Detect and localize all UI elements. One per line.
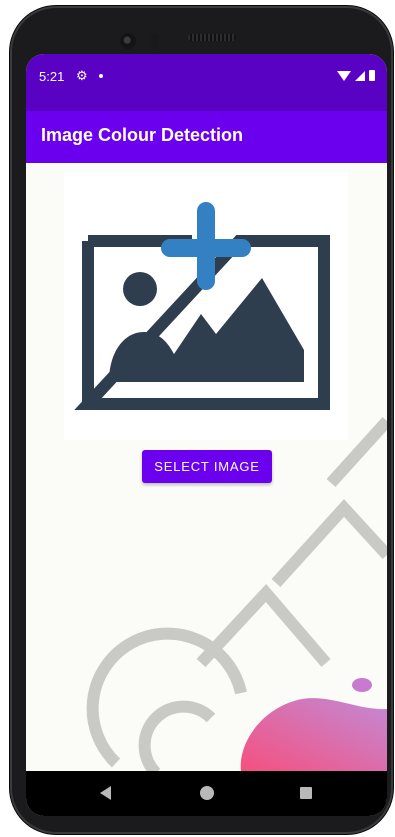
- decorative-blob: [240, 678, 387, 771]
- back-icon[interactable]: [100, 786, 111, 800]
- recents-icon[interactable]: [300, 787, 312, 799]
- gear-icon: ⚙: [76, 68, 88, 83]
- app-bar: Image Colour Detection: [26, 111, 387, 163]
- status-time: 5:21: [39, 69, 65, 84]
- status-bar: 5:21 ⚙: [26, 54, 387, 111]
- home-icon[interactable]: [200, 786, 214, 800]
- battery-icon: [369, 70, 375, 81]
- device-screen: 5:21 ⚙ Image Colour Detection SELECT IMA…: [26, 54, 387, 816]
- main-content: SELECT IMAGE: [26, 163, 387, 771]
- earpiece-speaker: [188, 34, 236, 41]
- notification-dot-icon: [99, 74, 103, 78]
- signal-icon: [355, 71, 365, 81]
- app-title: Image Colour Detection: [41, 125, 244, 145]
- front-camera: [120, 33, 136, 49]
- proximity-sensor: [150, 33, 158, 49]
- wifi-icon: [337, 71, 351, 81]
- status-icons: [337, 70, 375, 81]
- navigation-bar: [26, 771, 387, 816]
